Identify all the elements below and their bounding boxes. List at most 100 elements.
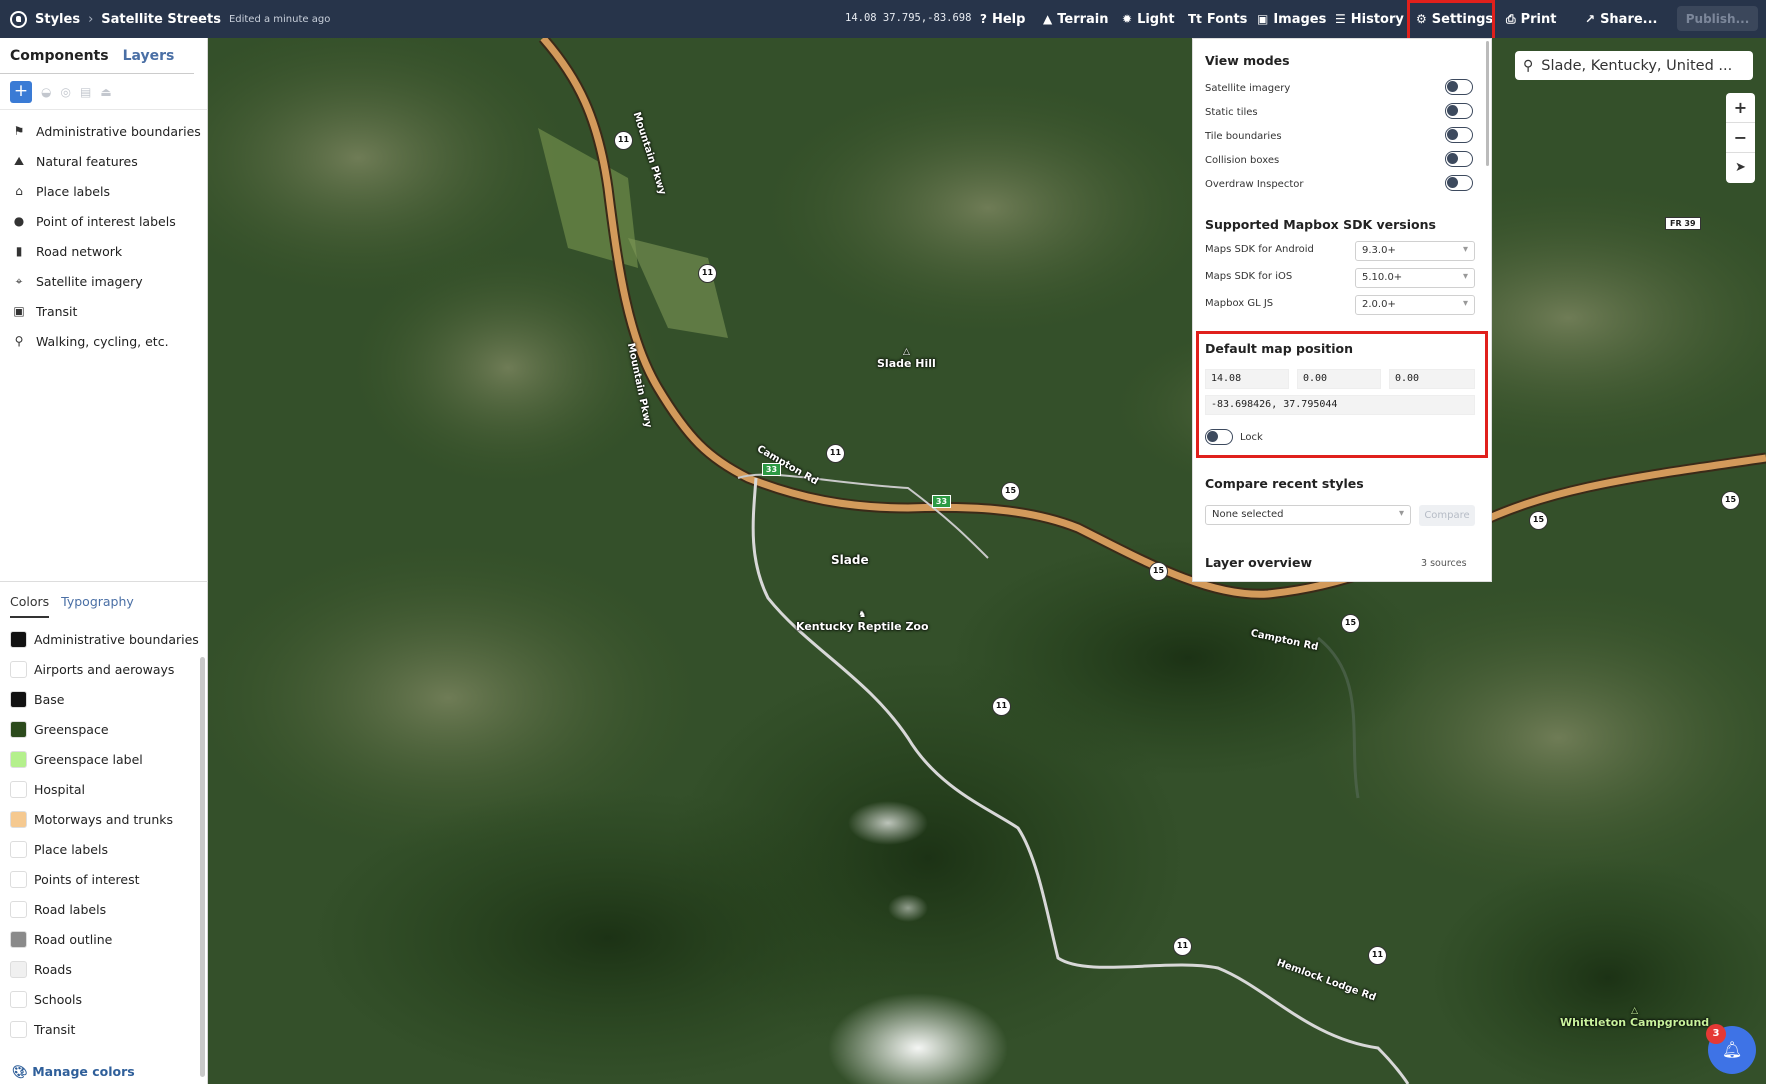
center-input[interactable]: -83.698426, 37.795044: [1205, 395, 1475, 415]
toggle-satellite-imagery[interactable]: [1445, 79, 1473, 95]
search-input[interactable]: Slade, Kentucky, United ...: [1541, 58, 1732, 74]
color-swatch[interactable]: [10, 990, 27, 1008]
color-item[interactable]: Hospital: [0, 774, 208, 804]
color-item[interactable]: Greenspace label: [0, 744, 208, 774]
tab-components[interactable]: Components: [10, 48, 109, 73]
color-item[interactable]: Points of interest: [0, 864, 208, 894]
help-button[interactable]: ? Help: [980, 0, 1025, 38]
color-swatch[interactable]: [10, 930, 27, 948]
breadcrumb-styles[interactable]: Styles: [35, 12, 80, 27]
color-swatch[interactable]: [10, 780, 27, 798]
history-icon: ☰: [1335, 12, 1346, 26]
color-swatch[interactable]: [10, 870, 27, 888]
eject-icon[interactable]: ⏏: [100, 85, 111, 99]
color-swatch[interactable]: [10, 750, 27, 768]
top-bar: Styles › Satellite Streets Edited a minu…: [0, 0, 1766, 42]
color-swatch[interactable]: [10, 900, 27, 918]
color-swatch[interactable]: [10, 810, 27, 828]
map-label-slade[interactable]: Slade: [831, 553, 869, 567]
light-button[interactable]: ✹ Light: [1122, 0, 1175, 38]
zoom-in-button[interactable]: +: [1726, 93, 1755, 123]
color-swatch[interactable]: [10, 1020, 27, 1038]
color-label: Place labels: [34, 841, 108, 857]
color-item[interactable]: Schools: [0, 984, 208, 1014]
color-item[interactable]: Greenspace: [0, 714, 208, 744]
color-item[interactable]: Road outline: [0, 924, 208, 954]
mapbox-logo-icon[interactable]: [10, 10, 27, 28]
map-canvas[interactable]: △ Slade Hill Slade ♞ Kentucky Reptile Zoo …: [208, 38, 1766, 1084]
toggle-overdraw-inspector[interactable]: [1445, 175, 1473, 191]
component-natural-features[interactable]: ⛰ Natural features: [0, 146, 207, 176]
hide-icon[interactable]: ◒: [41, 85, 51, 99]
color-item[interactable]: Transit: [0, 1014, 208, 1044]
color-swatch[interactable]: [10, 960, 27, 978]
color-swatch[interactable]: [10, 630, 27, 648]
component-poi-labels[interactable]: ● Point of interest labels: [0, 206, 207, 236]
color-item[interactable]: Roads: [0, 954, 208, 984]
fonts-icon: Tt: [1188, 12, 1202, 26]
terrain-button[interactable]: ▲ Terrain: [1043, 0, 1109, 38]
style-name[interactable]: Satellite Streets: [101, 12, 221, 27]
print-button[interactable]: ⎙ Print: [1506, 0, 1556, 38]
images-button[interactable]: ▣ Images: [1257, 0, 1326, 38]
panel-scrollbar[interactable]: [1486, 41, 1489, 166]
component-satellite-imagery[interactable]: ⌖ Satellite imagery: [0, 266, 207, 296]
sdk-gljs-select[interactable]: 2.0.0+: [1355, 295, 1475, 315]
map-label-reptile-zoo[interactable]: ♞ Kentucky Reptile Zoo: [796, 610, 929, 633]
trash-icon[interactable]: ▤: [80, 85, 91, 99]
zoom-controls: + − ➤: [1726, 93, 1755, 183]
map-label-slade-hill[interactable]: △ Slade Hill: [877, 347, 936, 370]
color-swatch[interactable]: [10, 720, 27, 738]
color-swatch[interactable]: [10, 690, 27, 708]
route-shield-33: 33: [762, 463, 781, 476]
zoom-out-button[interactable]: −: [1726, 123, 1755, 153]
sdk-heading: Supported Mapbox SDK versions: [1205, 217, 1436, 232]
component-walking-cycling[interactable]: ⚲ Walking, cycling, etc.: [0, 326, 207, 356]
component-place-labels[interactable]: ⌂ Place labels: [0, 176, 207, 206]
sidebar: Components Layers + ◒ ◎ ▤ ⏏ ⚑ Administrat…: [0, 38, 208, 1084]
toggle-static-tiles[interactable]: [1445, 103, 1473, 119]
add-component-button[interactable]: +: [10, 80, 32, 103]
component-transit[interactable]: ▣ Transit: [0, 296, 207, 326]
sdk-ios-select[interactable]: 5.10.0+: [1355, 268, 1475, 288]
mountain-peak-icon: △: [902, 347, 910, 357]
zoom-input[interactable]: 14.08: [1205, 369, 1289, 389]
color-label: Administrative boundaries: [34, 631, 199, 647]
sdk-android-select[interactable]: 9.3.0+: [1355, 241, 1475, 261]
color-item[interactable]: Airports and aeroways: [0, 654, 208, 684]
tab-typography[interactable]: Typography: [61, 594, 134, 618]
tab-colors[interactable]: Colors: [10, 594, 50, 618]
color-item[interactable]: Road labels: [0, 894, 208, 924]
toggle-tile-boundaries[interactable]: [1445, 127, 1473, 143]
colors-panel: Colors Typography Administrative boundar…: [0, 581, 208, 1084]
compare-style-select[interactable]: None selected: [1205, 505, 1411, 525]
route-shield-15: 15: [1001, 482, 1020, 501]
fonts-button[interactable]: Tt Fonts: [1188, 0, 1247, 38]
publish-button[interactable]: Publish...: [1677, 6, 1758, 31]
lock-toggle[interactable]: [1205, 429, 1233, 445]
colors-scrollbar[interactable]: [200, 657, 205, 1077]
toggle-collision-boxes[interactable]: [1445, 151, 1473, 167]
map-label-whittleton-campground[interactable]: △ Whittleton Campground: [1560, 1006, 1709, 1029]
compass-button[interactable]: ➤: [1726, 153, 1755, 183]
component-admin-boundaries[interactable]: ⚑ Administrative boundaries: [0, 116, 207, 146]
map-search[interactable]: ⚲ Slade, Kentucky, United ...: [1515, 51, 1753, 80]
color-item[interactable]: Administrative boundaries: [0, 624, 208, 654]
history-button[interactable]: ☰ History: [1335, 0, 1404, 38]
color-swatch[interactable]: [10, 840, 27, 858]
tab-layers[interactable]: Layers: [123, 48, 175, 73]
visibility-icon[interactable]: ◎: [60, 85, 70, 99]
color-item[interactable]: Base: [0, 684, 208, 714]
share-button[interactable]: ↗ Share...: [1585, 0, 1658, 38]
component-road-network[interactable]: ▮ Road network: [0, 236, 207, 266]
color-swatch[interactable]: [10, 660, 27, 678]
forest-road-label: FR 39: [1665, 217, 1701, 230]
settings-panel: View modes Satellite imagery Static tile…: [1192, 38, 1492, 582]
print-icon: ⎙: [1506, 11, 1516, 26]
pitch-input[interactable]: 0.00: [1389, 369, 1475, 389]
color-item[interactable]: Motorways and trunks: [0, 804, 208, 834]
manage-colors-link[interactable]: 🎨︎ Manage colors: [12, 1064, 135, 1080]
color-item[interactable]: Place labels: [0, 834, 208, 864]
compare-button[interactable]: Compare: [1419, 505, 1475, 526]
bearing-input[interactable]: 0.00: [1297, 369, 1381, 389]
